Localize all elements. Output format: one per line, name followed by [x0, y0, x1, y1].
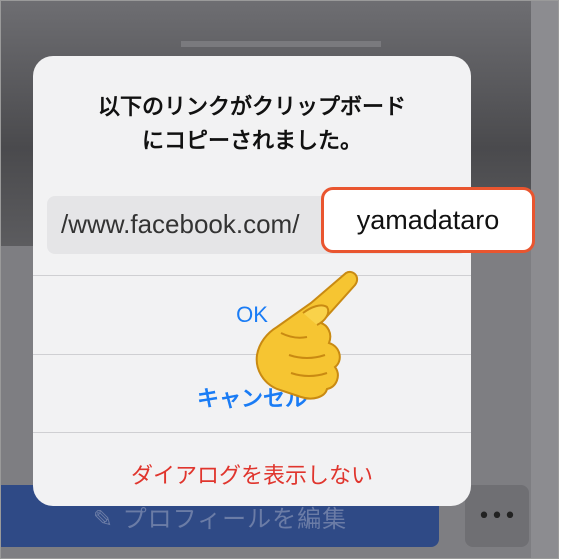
url-text: /www.facebook.com/: [61, 209, 300, 239]
screenshot-frame: ✎ プロフィールを編集 ••• 以下のリンクがクリップボード にコピーされました…: [0, 0, 559, 559]
separator: [33, 432, 471, 433]
username-highlight: yamadataro: [321, 187, 535, 253]
alert-message-line2: にコピーされました。: [141, 129, 362, 154]
more-button[interactable]: •••: [465, 485, 529, 547]
alert-message-line1: 以下のリンクがクリップボード: [97, 95, 406, 120]
pointing-hand-icon: [255, 271, 359, 400]
dont-show-dialog-button[interactable]: ダイアログを表示しない: [33, 458, 471, 490]
alert-message: 以下のリンクがクリップボード にコピーされました。: [33, 91, 471, 159]
right-edge-strip: [531, 1, 558, 558]
